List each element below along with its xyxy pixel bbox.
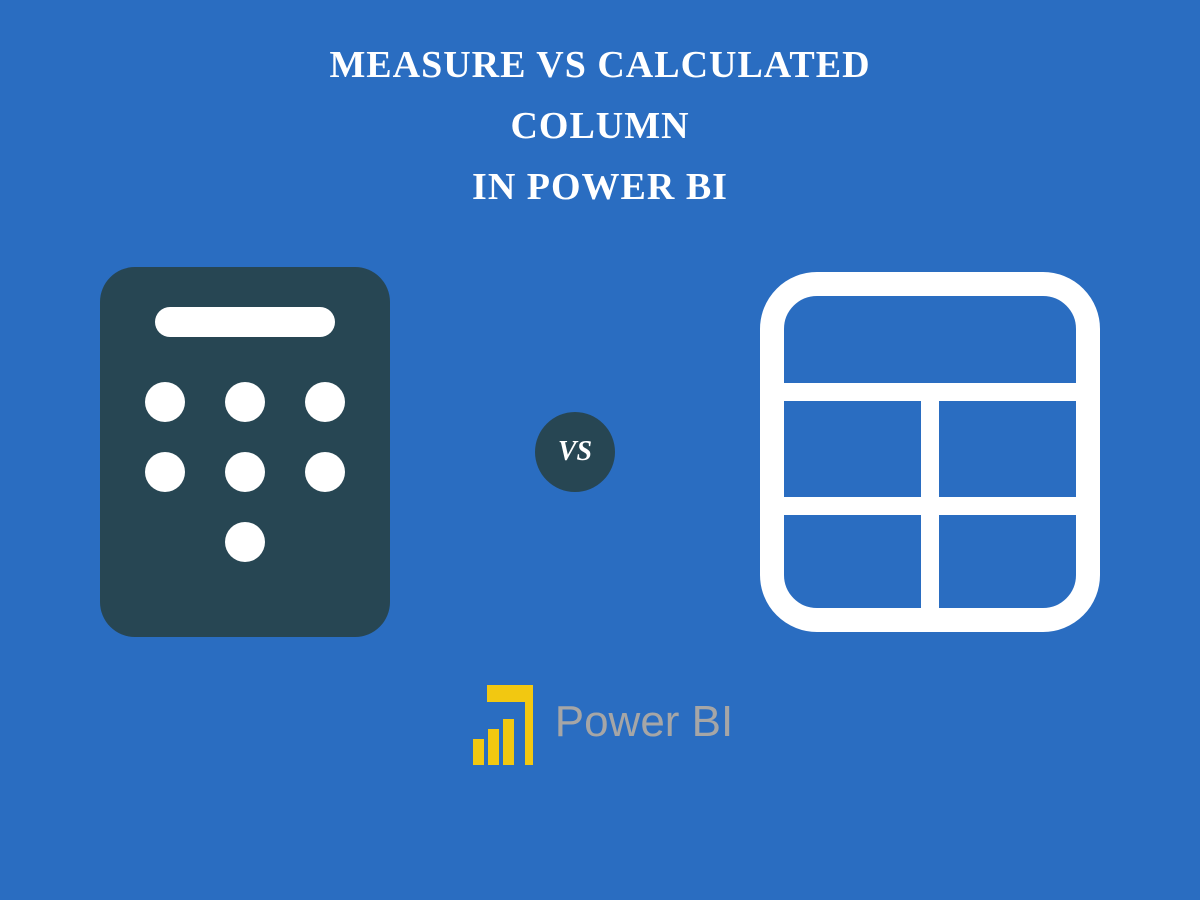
- calc-key: [305, 382, 345, 422]
- title-line-3: IN POWER BI: [0, 157, 1200, 218]
- calc-key: [145, 382, 185, 422]
- calculator-display: [155, 307, 335, 337]
- calc-row-2: [145, 452, 345, 492]
- vs-badge: VS: [535, 412, 615, 492]
- calc-key: [305, 452, 345, 492]
- calc-row-3: [225, 522, 265, 562]
- calc-key: [145, 452, 185, 492]
- title-line-1: MEASURE VS CALCULATED: [0, 35, 1200, 96]
- calc-key: [225, 522, 265, 562]
- vs-label: VS: [558, 436, 592, 468]
- title-line-2: COLUMN: [0, 96, 1200, 157]
- page-title: MEASURE VS CALCULATED COLUMN IN POWER BI: [0, 0, 1200, 217]
- calc-row-1: [145, 382, 345, 422]
- calc-key: [225, 452, 265, 492]
- powerbi-logo-text: Power BI: [555, 697, 734, 747]
- comparison-row: VS: [0, 267, 1200, 637]
- powerbi-logo: Power BI: [0, 677, 1200, 767]
- powerbi-logo-icon: [467, 677, 537, 767]
- calculator-icon: [100, 267, 390, 637]
- calc-key: [225, 382, 265, 422]
- table-icon: [760, 272, 1100, 632]
